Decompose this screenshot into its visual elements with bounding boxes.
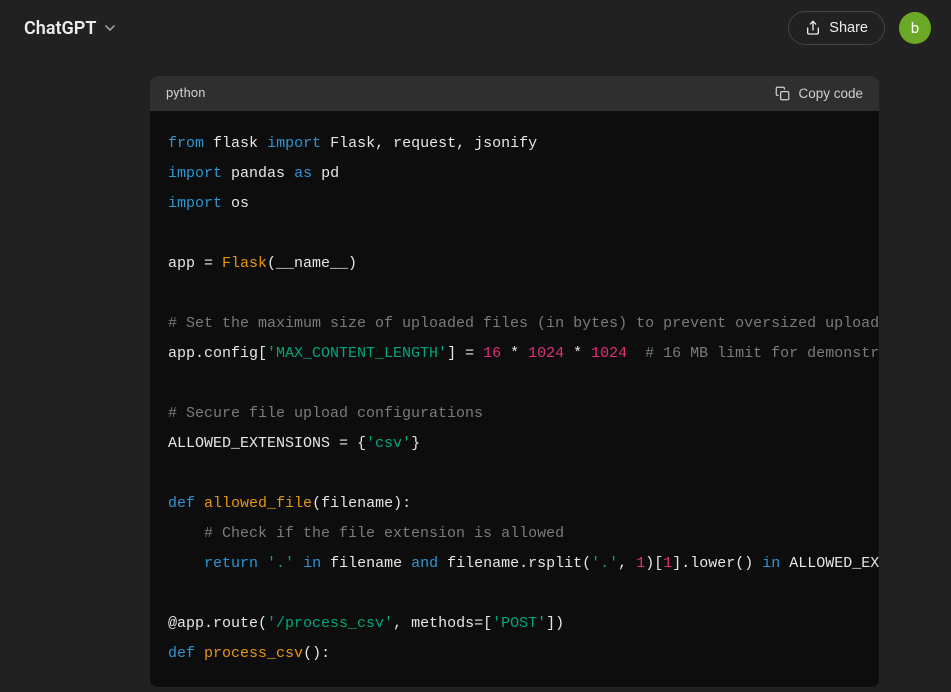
code-block: python Copy code from flask import Flask… [150,76,879,687]
code-language-label: python [166,86,205,101]
copy-code-button[interactable]: Copy code [775,86,863,101]
share-button[interactable]: Share [788,11,885,45]
avatar-letter: b [911,19,919,37]
message-area: python Copy code from flask import Flask… [0,56,951,687]
chevron-down-icon [102,20,118,36]
share-label: Share [829,20,868,36]
code-content[interactable]: from flask import Flask, request, jsonif… [150,111,879,687]
code-block-header: python Copy code [150,76,879,111]
header-actions: Share b [788,11,931,45]
app-header: ChatGPT Share b [0,0,951,56]
model-switcher[interactable]: ChatGPT [24,18,118,39]
copy-code-label: Copy code [798,86,863,101]
app-title: ChatGPT [24,18,96,39]
avatar[interactable]: b [899,12,931,44]
copy-icon [775,86,790,101]
share-icon [805,20,821,36]
